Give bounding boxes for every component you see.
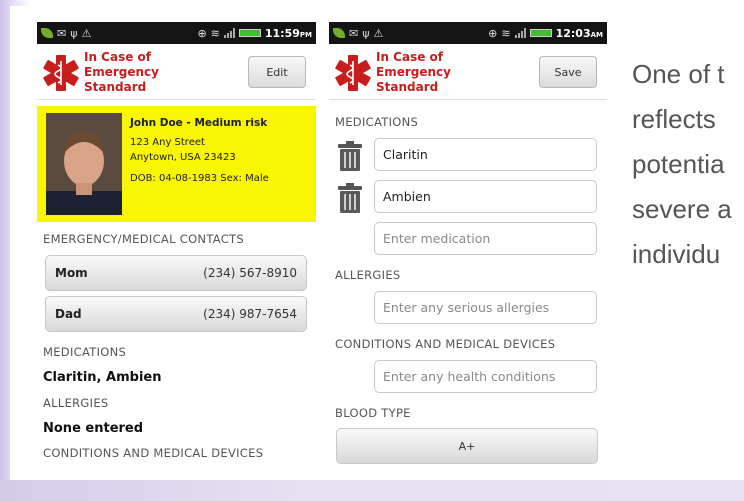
blood-type-section-label: BLOOD TYPE — [335, 406, 411, 420]
wifi-icon: ≋ — [501, 26, 511, 40]
allergies-section-label: ALLERGIES — [43, 396, 109, 410]
medications-section-label: MEDICATIONS — [43, 345, 127, 359]
contact-mom-button[interactable]: Mom (234) 567-8910 — [45, 255, 307, 291]
trash-icon[interactable] — [337, 140, 363, 172]
medications-section-label: MEDICATIONS — [335, 115, 419, 129]
app-brand: In Case of Emergency Standard — [376, 50, 451, 94]
conditions-section-label: CONDITIONS AND MEDICAL DEVICES — [335, 337, 556, 351]
phone-screen-edit: ✉ ψ ⚠ ⊕ ≋ 12:03AM In Case of Emergency S… — [329, 22, 607, 464]
slide-text-line: severe a — [632, 194, 732, 224]
conditions-section-label: CONDITIONS AND MEDICAL DEVICES — [43, 446, 264, 460]
mail-icon: ✉ — [57, 26, 67, 40]
slide-text-line: One of t — [632, 59, 725, 89]
bottom-band — [0, 480, 744, 501]
allergies-input[interactable]: Enter any serious allergies — [374, 291, 597, 324]
new-medication-input[interactable]: Enter medication — [374, 222, 597, 255]
profile-details: John Doe - Medium risk 123 Any Street An… — [130, 116, 269, 186]
app-notification-icon — [333, 28, 345, 38]
slide-text-line: potentia — [632, 149, 725, 179]
blood-type-selector[interactable]: A+ — [336, 428, 598, 464]
status-clock: 11:59PM — [264, 26, 312, 40]
signal-icon — [514, 28, 526, 38]
allergies-value: None entered — [43, 421, 144, 436]
contacts-section-label: EMERGENCY/MEDICAL CONTACTS — [43, 232, 244, 246]
app-header: In Case of Emergency Standard Edit — [37, 44, 316, 100]
profile-dob-sex: DOB: 04-08-1983 Sex: Male — [130, 173, 269, 184]
status-clock: 12:03AM — [555, 26, 603, 40]
contact-dad-button[interactable]: Dad (234) 987-7654 — [45, 296, 307, 332]
profile-address-line2: Anytown, USA 23423 — [130, 152, 236, 163]
avatar — [46, 113, 122, 215]
battery-icon — [238, 29, 261, 37]
contact-name: Mom — [55, 266, 88, 280]
signal-icon — [223, 28, 235, 38]
status-bar: ✉ ψ ⚠ ⊕ ≋ 12:03AM — [329, 22, 607, 44]
profile-card: John Doe - Medium risk 123 Any Street An… — [37, 106, 316, 222]
allergies-section-label: ALLERGIES — [335, 268, 401, 282]
profile-name: John Doe - Medium risk — [130, 117, 268, 129]
contact-phone: (234) 567-8910 — [203, 266, 297, 280]
warning-icon: ⚠ — [373, 26, 384, 40]
star-of-life-icon — [43, 55, 79, 91]
wifi-icon: ≋ — [210, 26, 220, 40]
slide-text-line: individu — [632, 239, 721, 269]
gps-icon: ⊕ — [488, 26, 498, 40]
app-header: In Case of Emergency Standard Save — [329, 44, 607, 100]
usb-icon: ψ — [70, 26, 78, 40]
edit-button[interactable]: Edit — [248, 56, 306, 88]
save-button[interactable]: Save — [539, 56, 597, 88]
star-of-life-icon — [335, 55, 371, 91]
warning-icon: ⚠ — [81, 26, 92, 40]
phone-screen-view: ✉ ψ ⚠ ⊕ ≋ 11:59PM In Case of Emergency S… — [37, 22, 316, 464]
profile-address-line1: 123 Any Street — [130, 137, 205, 148]
status-bar: ✉ ψ ⚠ ⊕ ≋ 11:59PM — [37, 22, 316, 44]
contact-phone: (234) 987-7654 — [203, 307, 297, 321]
medications-value: Claritin, Ambien — [43, 370, 162, 385]
medication-field[interactable]: Ambien — [374, 180, 597, 213]
mail-icon: ✉ — [349, 26, 359, 40]
usb-icon: ψ — [362, 26, 370, 40]
conditions-input[interactable]: Enter any health conditions — [374, 360, 597, 393]
slide-text-line: reflects — [632, 104, 716, 134]
medication-field[interactable]: Claritin — [374, 138, 597, 171]
battery-icon — [529, 29, 552, 37]
gps-icon: ⊕ — [197, 26, 207, 40]
slide-body-text: One of t reflects potentia severe a indi… — [632, 52, 732, 277]
app-notification-icon — [41, 28, 53, 38]
contact-name: Dad — [55, 307, 82, 321]
app-brand: In Case of Emergency Standard — [84, 50, 159, 94]
trash-icon[interactable] — [337, 182, 363, 214]
